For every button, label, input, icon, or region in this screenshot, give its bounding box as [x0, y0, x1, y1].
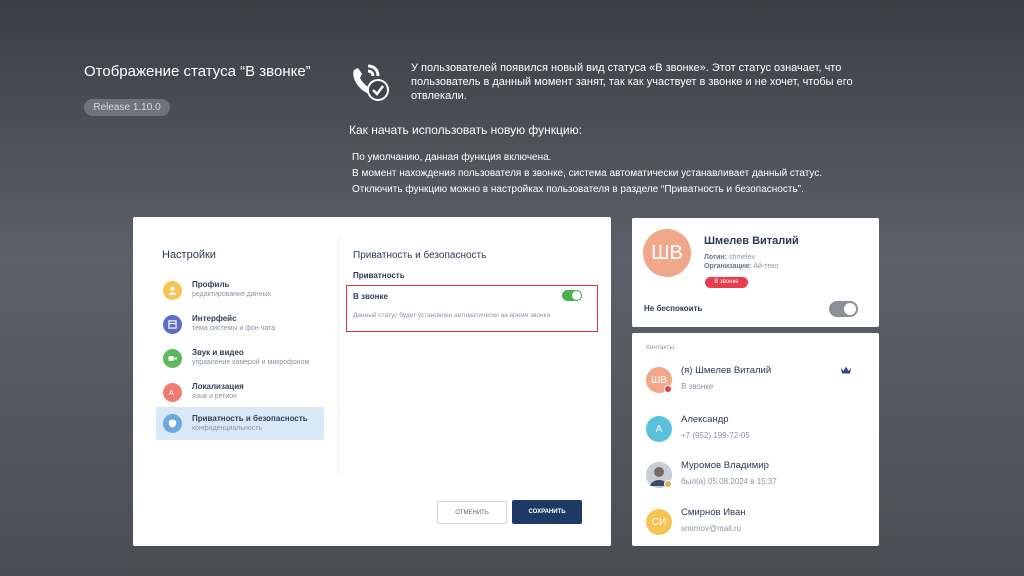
avatar: А [646, 416, 672, 442]
contact-email: smirnov@mail.ru [681, 524, 742, 533]
sidebar-item-interface[interactable]: Интерфейс тема системы и фон чата [156, 307, 324, 341]
in-call-label: В звонке [353, 292, 388, 301]
shield-icon [163, 414, 182, 433]
list-item[interactable]: Муромов Владимир был(а) 05.08.2024 в 15:… [646, 460, 871, 494]
avatar: СИ [646, 509, 672, 535]
contact-status: В звонке [681, 382, 714, 391]
contacts-header: Контакты: [646, 344, 676, 351]
howto-line: По умолчанию, данная функция включена. [352, 152, 552, 163]
sidebar-item-sublabel: редактирование данных [192, 291, 272, 298]
profile-name: Шмелев Виталий [704, 235, 799, 247]
language-icon: A [163, 382, 182, 402]
sidebar-item-profile[interactable]: Профиль редактирование данных [156, 273, 324, 307]
in-call-toggle[interactable] [562, 290, 582, 301]
login-value: shmelev [728, 254, 755, 261]
sidebar-item-label: Приватность и безопасность [192, 413, 308, 423]
svg-text:A: A [169, 388, 174, 397]
sidebar-item-label: Профиль [192, 280, 230, 289]
subsection-title: Приватность [353, 271, 405, 280]
profile-card: ШВ Шмелев Виталий Логин: shmelev Организ… [632, 218, 879, 327]
login-label: Логин: [704, 254, 727, 261]
contact-name: Смирнов Иван [681, 507, 746, 518]
contacts-panel: Контакты: ШВ (я) Шмелев Виталий В звонке… [632, 333, 879, 546]
howto-line: Отключить функцию можно в настройках пол… [352, 184, 804, 195]
org-label: Организация: [704, 263, 752, 270]
user-icon [163, 280, 182, 300]
dnd-label: Не беспокоить [644, 304, 703, 313]
phone-check-icon [353, 64, 389, 101]
howto-line: В момент нахождения пользователя в звонк… [352, 168, 823, 179]
contact-name: (я) Шмелев Виталий [681, 365, 772, 376]
status-dot [664, 480, 672, 488]
sidebar-item-localization[interactable]: A Локализация язык и регион [156, 375, 324, 409]
cancel-button[interactable]: ОТМЕНИТЬ [437, 501, 507, 524]
sidebar-item-sound-video[interactable]: Звук и видео управление камерой и микрофо… [156, 341, 324, 375]
avatar[interactable]: ШВ [643, 229, 691, 277]
contact-name: Муромов Владимир [681, 460, 769, 471]
in-call-description: Данный статус будет установлен автоматич… [353, 312, 551, 319]
feature-description: У пользователей появился новый вид стату… [411, 62, 853, 102]
sidebar-item-sublabel: конфиденциальность [192, 424, 263, 432]
panel-divider [338, 235, 339, 475]
sidebar-item-sublabel: язык и регион [192, 393, 237, 400]
list-item[interactable]: А Александр +7 (952) 199-72-05 [646, 414, 871, 448]
sidebar-item-sublabel: управление камерой и микрофоном [192, 359, 310, 366]
sidebar-item-privacy[interactable]: Приватность и безопасность конфиденциальн… [156, 407, 324, 440]
org-value: Ай-теко [753, 263, 779, 270]
profile-meta: Логин: shmelev Организация: Ай-теко [704, 253, 778, 271]
sidebar-item-sublabel: тема системы и фон чата [192, 325, 276, 332]
dnd-toggle[interactable] [829, 301, 858, 317]
status-dot [664, 385, 672, 393]
settings-title: Настройки [162, 249, 216, 261]
howto-title: Как начать использовать новую функцию: [349, 123, 582, 137]
list-item[interactable]: ШВ (я) Шмелев Виталий В звонке [646, 365, 871, 399]
save-button[interactable]: СОХРАНИТЬ [512, 500, 582, 524]
contact-phone: +7 (952) 199-72-05 [681, 431, 750, 440]
sidebar-item-label: Локализация [192, 382, 244, 391]
status-badge: В звонке [705, 277, 748, 288]
contact-name: Александр [681, 414, 729, 425]
howto-list: По умолчанию, данная функция включена. В… [352, 150, 822, 198]
sidebar-item-label: Интерфейс [192, 314, 237, 323]
crown-icon [841, 366, 851, 374]
video-icon [163, 348, 182, 368]
slide-title: Отображение статуса “В звонке” [84, 63, 311, 80]
list-item[interactable]: СИ Смирнов Иван smirnov@mail.ru [646, 507, 871, 541]
contact-last-seen: был(а) 05.08.2024 в 15:37 [681, 477, 777, 486]
section-title: Приватность и безопасность [353, 250, 487, 261]
release-badge: Release 1.10.0 [84, 99, 170, 116]
settings-window: Настройки Профиль редактирование данных И… [133, 217, 611, 546]
interface-icon [163, 314, 182, 334]
sidebar-item-label: Звук и видео [192, 348, 244, 357]
